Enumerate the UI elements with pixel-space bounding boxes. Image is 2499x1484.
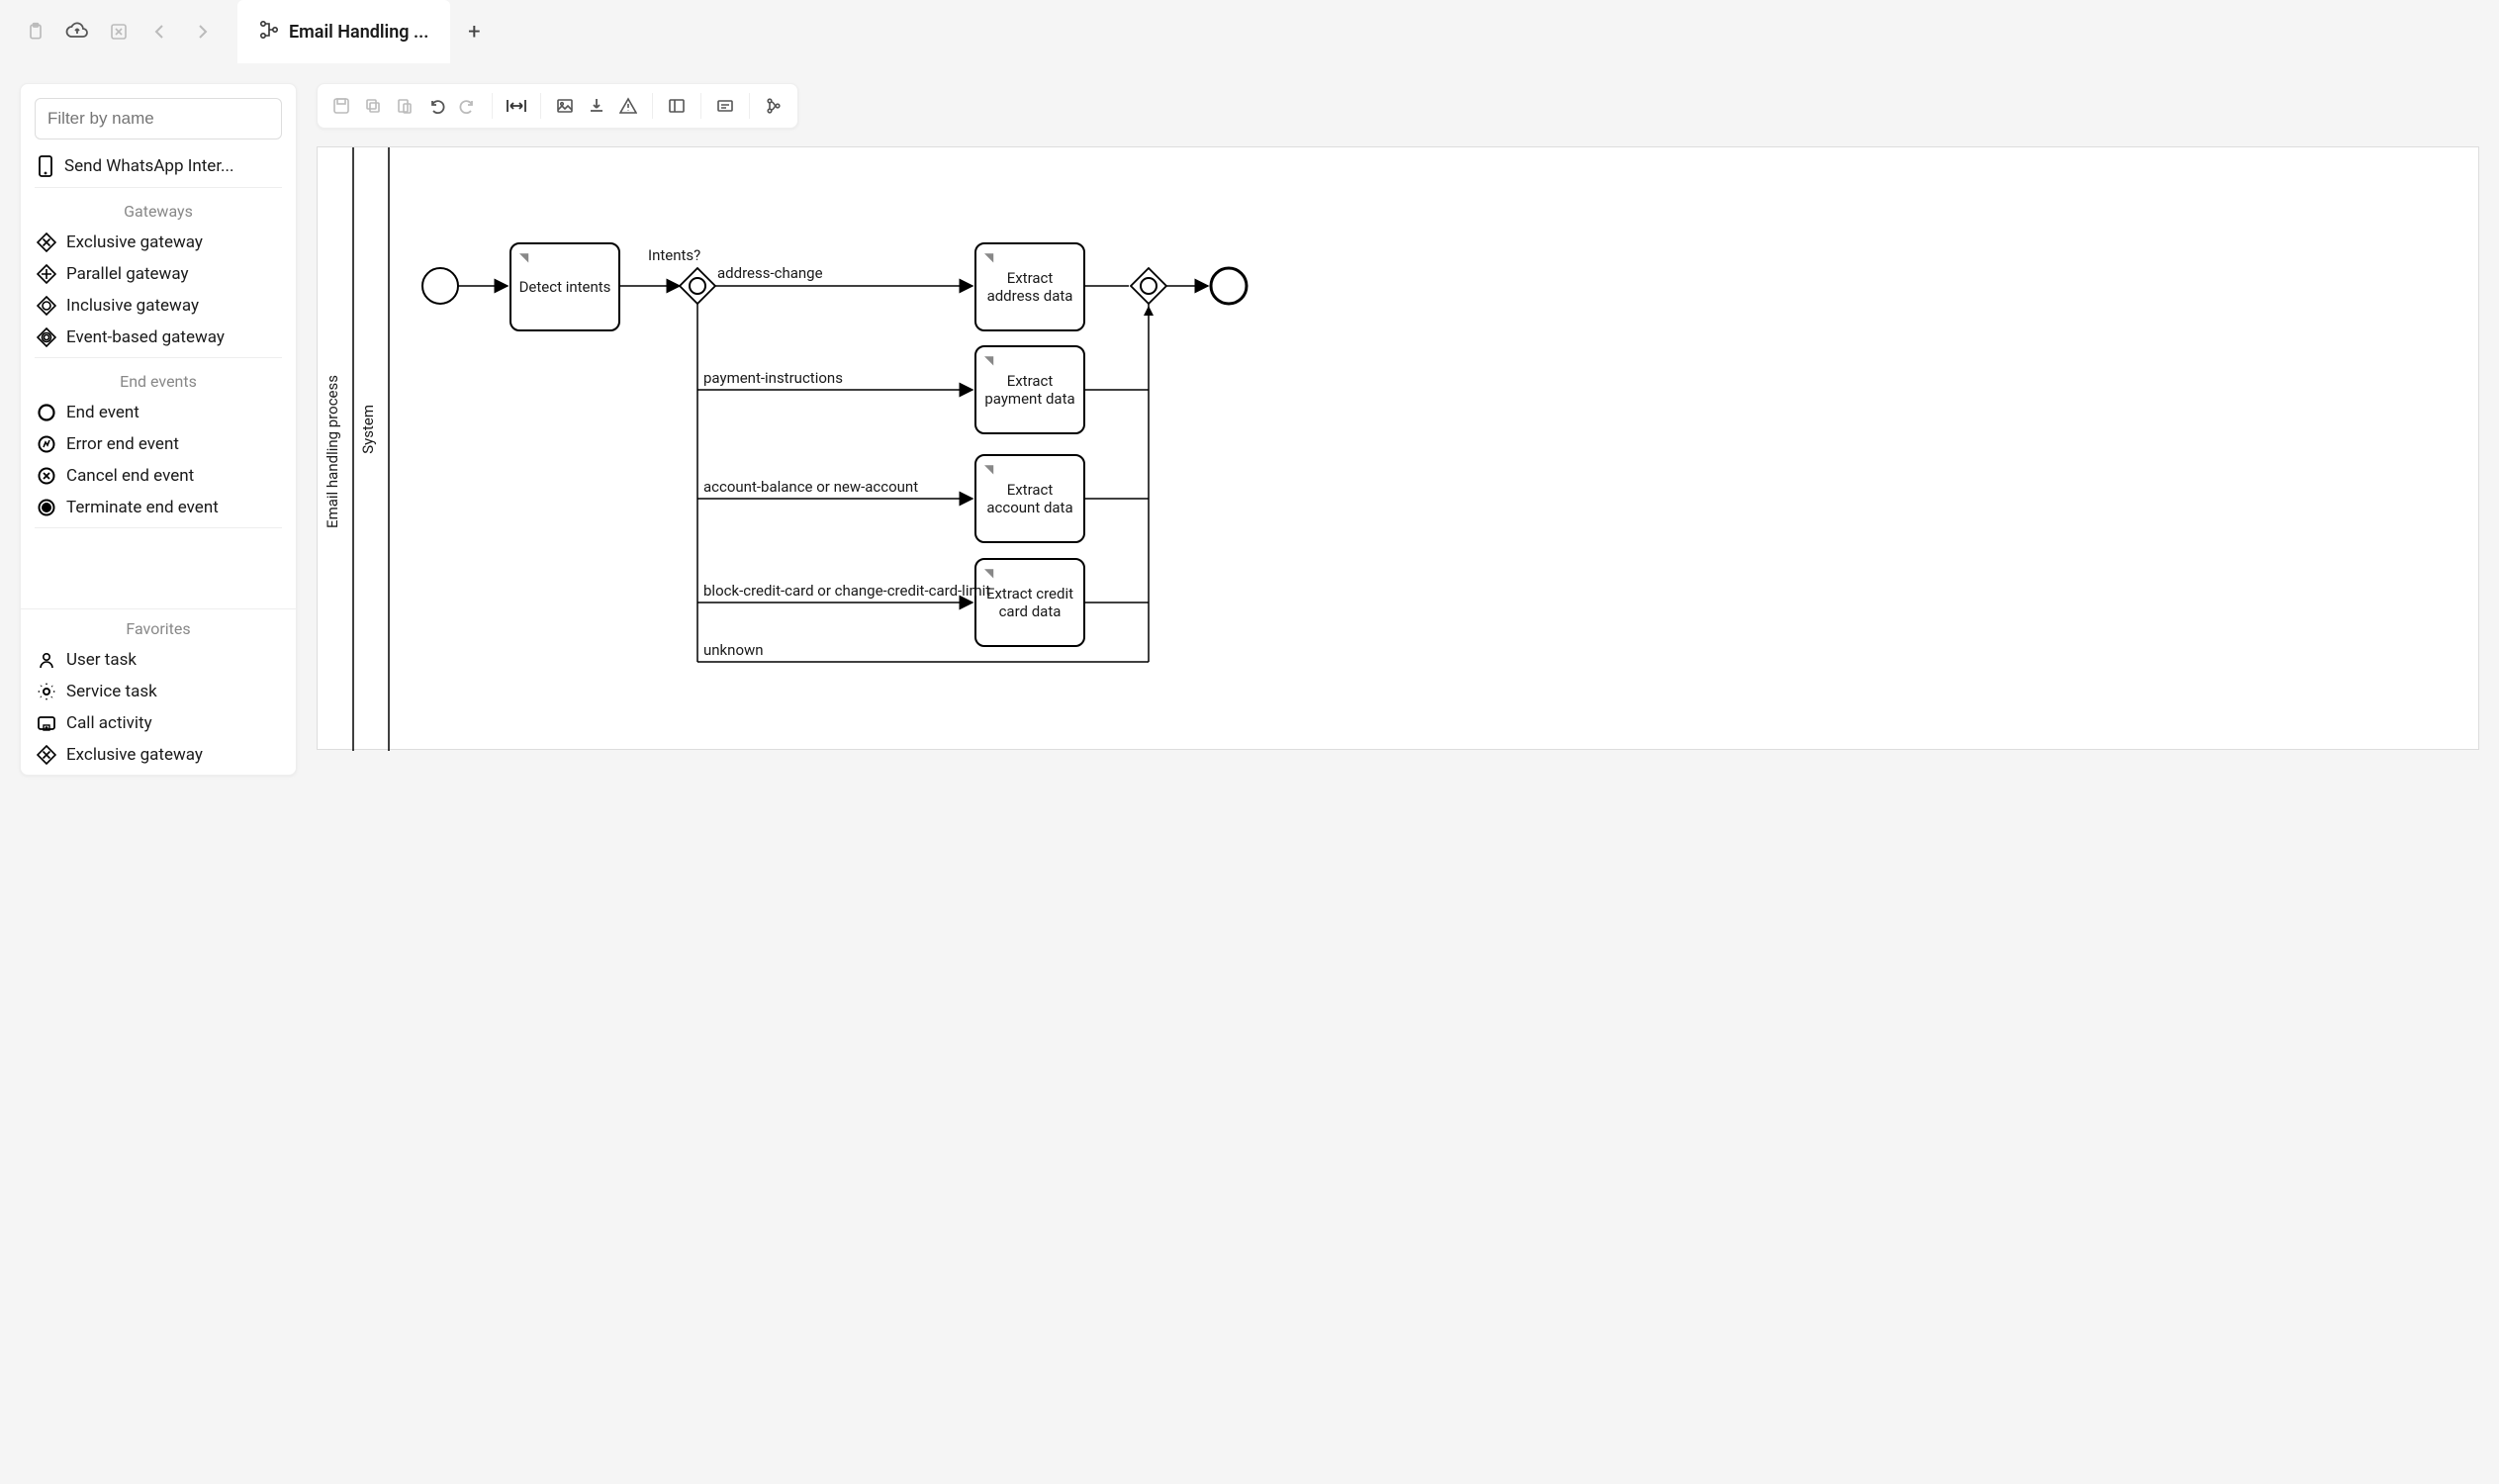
edge-label-unknown: unknown bbox=[703, 641, 764, 659]
task-extract-payment[interactable]: ◥Extract payment data bbox=[974, 345, 1085, 434]
download-icon[interactable] bbox=[583, 92, 610, 120]
warning-icon[interactable] bbox=[614, 92, 642, 120]
palette-item-label: Exclusive gateway bbox=[66, 232, 203, 252]
palette-item-parallel-gateway[interactable]: Parallel gateway bbox=[21, 258, 296, 290]
clipboard-icon[interactable] bbox=[22, 18, 49, 46]
palette-item-service-task[interactable]: Service task bbox=[21, 676, 296, 707]
palette-item-label: Send WhatsApp Inter... bbox=[64, 156, 234, 176]
palette-item-error-end-event[interactable]: Error end event bbox=[21, 428, 296, 460]
palette-item-whatsapp[interactable]: Send WhatsApp Inter... bbox=[21, 149, 296, 183]
palette-item-label: User task bbox=[66, 650, 137, 670]
task-label: Extract address data bbox=[980, 269, 1079, 305]
paste-icon[interactable] bbox=[391, 92, 418, 120]
branch-icon[interactable] bbox=[760, 92, 787, 120]
palette-filter-input[interactable] bbox=[35, 98, 282, 139]
close-tab-icon[interactable] bbox=[105, 18, 133, 46]
task-extract-address[interactable]: ◥Extract address data bbox=[974, 242, 1085, 331]
element-palette: Send WhatsApp Inter... Gateways Exclusiv… bbox=[20, 83, 297, 776]
palette-section-favorites: Favorites bbox=[21, 609, 296, 644]
save-icon[interactable] bbox=[327, 92, 355, 120]
palette-item-call-activity[interactable]: Call activity bbox=[21, 707, 296, 739]
workflow-icon bbox=[259, 20, 279, 44]
task-label: Detect intents bbox=[519, 278, 611, 296]
palette-item-label: Cancel end event bbox=[66, 466, 194, 486]
task-extract-credit-card[interactable]: ◥Extract credit card data bbox=[974, 558, 1085, 647]
active-tab[interactable]: Email Handling ... bbox=[237, 0, 450, 63]
task-label: Extract credit card data bbox=[980, 585, 1079, 620]
canvas-toolbar bbox=[317, 83, 798, 129]
palette-item-label: Call activity bbox=[66, 713, 152, 733]
nav-back-icon[interactable] bbox=[146, 18, 174, 46]
task-extract-account[interactable]: ◥Extract account data bbox=[974, 454, 1085, 543]
palette-item-label: Inclusive gateway bbox=[66, 296, 199, 316]
palette-item-inclusive-gateway[interactable]: Inclusive gateway bbox=[21, 290, 296, 322]
palette-section-gateways: Gateways bbox=[21, 192, 296, 227]
add-tab-button[interactable]: + bbox=[450, 20, 498, 45]
palette-item-label: Event-based gateway bbox=[66, 327, 225, 347]
bpmn-canvas[interactable]: Email handling process System Intents? ◥… bbox=[317, 146, 2479, 750]
palette-item-event-based-gateway[interactable]: Event-based gateway bbox=[21, 322, 296, 353]
palette-item-label: Service task bbox=[66, 682, 157, 701]
palette-item-terminate-end-event[interactable]: Terminate end event bbox=[21, 492, 296, 523]
palette-item-label: Error end event bbox=[66, 434, 179, 454]
palette-item-cancel-end-event[interactable]: Cancel end event bbox=[21, 460, 296, 492]
nav-forward-icon[interactable] bbox=[188, 18, 216, 46]
copy-icon[interactable] bbox=[359, 92, 387, 120]
palette-section-end-events: End events bbox=[21, 362, 296, 397]
fit-width-icon[interactable] bbox=[503, 92, 530, 120]
image-icon[interactable] bbox=[551, 92, 579, 120]
gateway-question-label: Intents? bbox=[648, 246, 700, 264]
form-icon[interactable] bbox=[711, 92, 739, 120]
palette-item-end-event[interactable]: End event bbox=[21, 397, 296, 428]
palette-item-exclusive-gateway[interactable]: Exclusive gateway bbox=[21, 227, 296, 258]
palette-item-label: End event bbox=[66, 403, 139, 422]
top-header: Email Handling ... + bbox=[0, 0, 2499, 63]
palette-item-label: Exclusive gateway bbox=[66, 745, 203, 765]
edge-label-credit-card: block-credit-card or change-credit-card-… bbox=[703, 582, 990, 600]
edge-label-address: address-change bbox=[717, 264, 823, 282]
undo-icon[interactable] bbox=[422, 92, 450, 120]
task-detect-intents[interactable]: ◥Detect intents bbox=[509, 242, 620, 331]
palette-item-label: Parallel gateway bbox=[66, 264, 189, 284]
palette-item-label: Terminate end event bbox=[66, 498, 219, 517]
task-label: Extract account data bbox=[980, 481, 1079, 516]
pool-label: Email handling process bbox=[324, 375, 341, 528]
cloud-upload-icon[interactable] bbox=[63, 18, 91, 46]
header-left-controls bbox=[0, 0, 237, 63]
panel-left-icon[interactable] bbox=[663, 92, 691, 120]
lane-label: System bbox=[359, 405, 377, 454]
tab-title: Email Handling ... bbox=[289, 22, 428, 43]
edge-label-payment: payment-instructions bbox=[703, 369, 843, 387]
edge-label-account: account-balance or new-account bbox=[703, 478, 918, 496]
palette-item-fav-exclusive-gateway[interactable]: Exclusive gateway bbox=[21, 739, 296, 771]
redo-icon[interactable] bbox=[454, 92, 482, 120]
task-label: Extract payment data bbox=[980, 372, 1079, 408]
palette-item-user-task[interactable]: User task bbox=[21, 644, 296, 676]
